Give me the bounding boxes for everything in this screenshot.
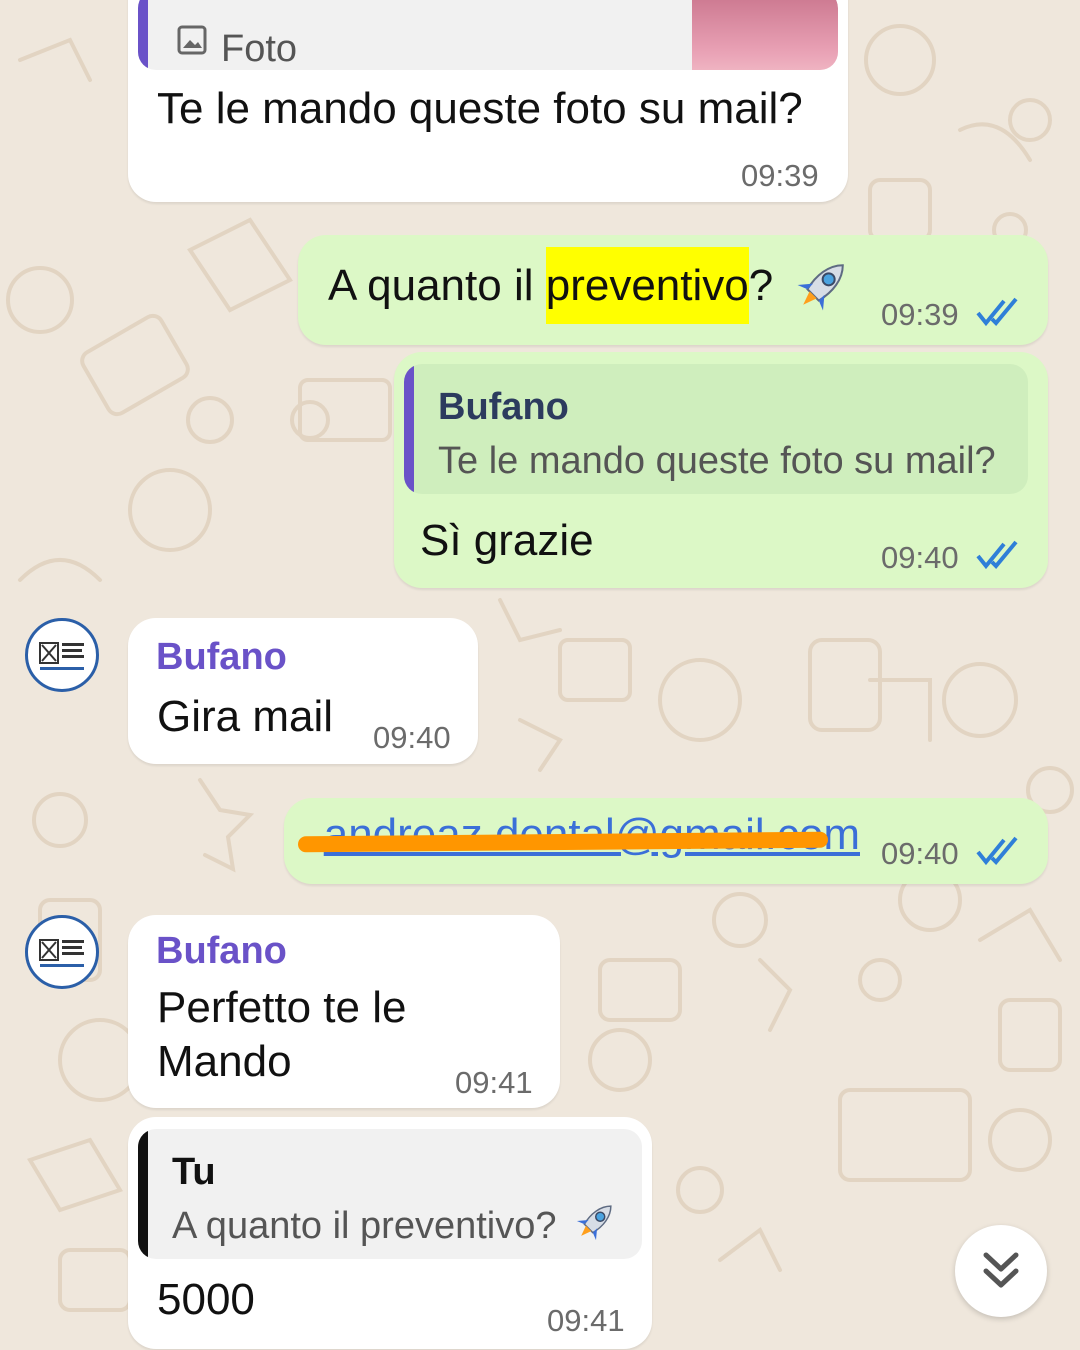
avatar[interactable]	[25, 618, 99, 692]
message-text: Te le mando queste foto su mail?	[157, 84, 803, 133]
message-time: 09:39	[741, 158, 819, 193]
quote-label: Foto	[221, 28, 298, 70]
read-receipt-icon	[976, 297, 1018, 327]
clinic-logo-icon	[39, 642, 84, 670]
quote-sender: Tu	[172, 1151, 216, 1193]
photo-thumbnail[interactable]	[692, 0, 838, 70]
reply-quote[interactable]: Foto	[138, 0, 838, 70]
quote-accent-bar	[138, 1129, 148, 1259]
message-time: 09:40	[881, 540, 959, 575]
message-bubble[interactable]: A quanto il preventivo? 09:39	[298, 235, 1048, 345]
double-chevron-down-icon	[983, 1252, 1019, 1288]
quote-accent-bar	[404, 364, 414, 494]
message-time: 09:39	[881, 297, 959, 332]
rocket-emoji-icon	[797, 264, 844, 311]
read-receipt-icon	[976, 540, 1018, 570]
search-highlight: preventivo	[545, 247, 749, 324]
avatar[interactable]	[25, 915, 99, 989]
message-bubble[interactable]: Bufano Perfetto te le Mando 09:41	[128, 915, 560, 1108]
message-time: 09:40	[373, 720, 451, 755]
clinic-logo-icon	[39, 939, 84, 967]
rocket-emoji-icon	[576, 1205, 612, 1241]
reply-quote[interactable]: Tu A quanto il preventivo?	[138, 1129, 642, 1259]
message-text: Gira mail	[157, 692, 334, 741]
sender-name[interactable]: Bufano	[156, 930, 287, 973]
message-time: 09:41	[547, 1303, 625, 1338]
message-bubble[interactable]: Bufano Gira mail 09:40	[128, 618, 478, 764]
message-bubble[interactable]: Tu A quanto il preventivo? 5000 09:41	[128, 1117, 652, 1349]
message-text: Sì grazie	[420, 516, 594, 565]
read-receipt-icon	[976, 836, 1018, 866]
quote-text: Te le mando queste foto su mail?	[438, 440, 996, 482]
message-text: 5000	[157, 1275, 255, 1324]
message-time: 09:41	[455, 1065, 533, 1100]
image-icon	[177, 25, 207, 55]
quote-text: A quanto il preventivo?	[172, 1205, 557, 1247]
reply-quote[interactable]: Bufano Te le mando queste foto su mail?	[404, 364, 1028, 494]
scroll-to-bottom-button[interactable]	[955, 1225, 1047, 1317]
message-text: A quanto il preventivo?	[328, 247, 773, 324]
quote-sender: Bufano	[438, 386, 569, 428]
message-text-line: Perfetto te le	[157, 983, 407, 1032]
message-bubble[interactable]: andreaz.dental@gmail.com 09:40	[284, 798, 1048, 884]
quote-accent-bar	[138, 0, 148, 70]
message-text-line: Mando	[157, 1037, 292, 1086]
message-bubble[interactable]: Bufano Te le mando queste foto su mail? …	[394, 352, 1048, 588]
message-bubble[interactable]: Foto Te le mando queste foto su mail? 09…	[128, 0, 848, 202]
sender-name[interactable]: Bufano	[156, 636, 287, 679]
message-time: 09:40	[881, 836, 959, 871]
